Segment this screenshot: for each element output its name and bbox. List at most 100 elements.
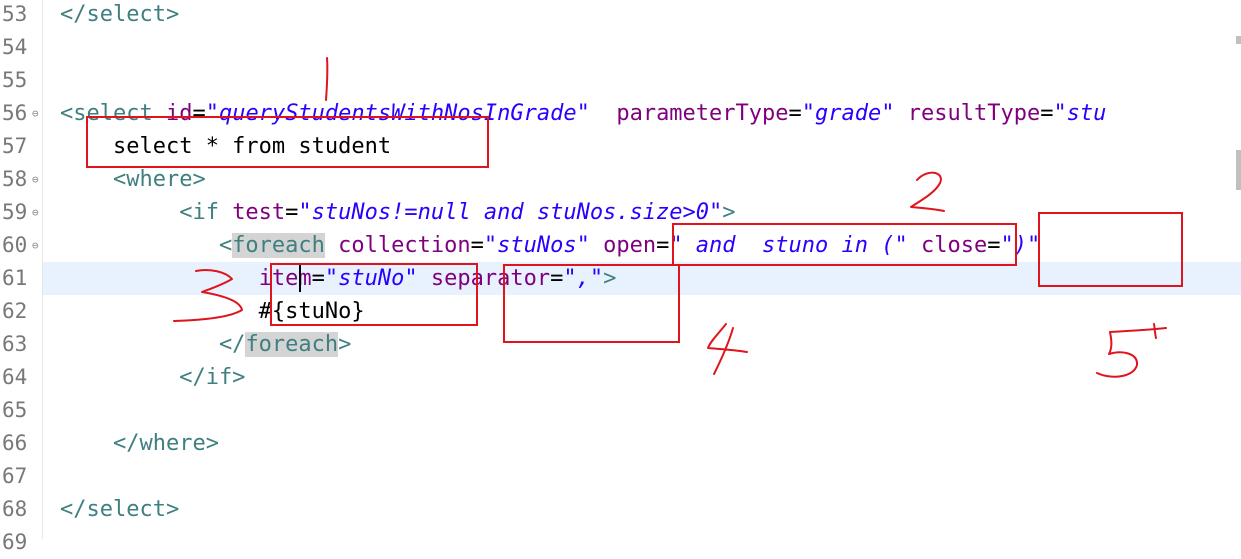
text-cursor bbox=[299, 265, 301, 292]
code-token: </select> bbox=[60, 2, 180, 27]
code-text: select * from student bbox=[60, 130, 391, 163]
code-token: </if> bbox=[60, 365, 246, 390]
code-line[interactable]: 58 ⊖ <where> bbox=[0, 163, 1241, 196]
code-token: = bbox=[987, 233, 1001, 258]
code-token: separator bbox=[430, 266, 551, 291]
code-token: = bbox=[192, 101, 206, 126]
code-token: = bbox=[788, 101, 802, 126]
code-text: <if test="stuNos!=null and stuNos.size>0… bbox=[60, 196, 736, 229]
code-token: parameterType bbox=[616, 101, 789, 126]
line-number: 67 bbox=[2, 464, 28, 488]
line-number: 68 bbox=[2, 497, 28, 521]
line-number: 58 bbox=[2, 167, 28, 191]
code-text: <foreach collection="stuNos" open=" and … bbox=[60, 229, 1040, 262]
line-number: 57 bbox=[2, 134, 28, 158]
code-token: close bbox=[920, 233, 988, 258]
code-token: > bbox=[338, 332, 352, 357]
line-number: 66 bbox=[2, 431, 28, 455]
line-number: 54 bbox=[2, 35, 28, 59]
code-text: item="stuNo" separator=","> bbox=[60, 262, 617, 295]
code-token: #{stuNo} bbox=[60, 299, 365, 324]
line-number: 61 bbox=[2, 266, 28, 290]
fold-toggle-icon[interactable]: ⊖ bbox=[32, 97, 39, 130]
code-token: id bbox=[165, 101, 193, 126]
code-token: ")" bbox=[1000, 233, 1041, 258]
code-token: </where> bbox=[60, 431, 219, 456]
code-line[interactable]: 64 </if> bbox=[0, 361, 1241, 394]
code-token: </ bbox=[60, 332, 246, 357]
code-token: "," bbox=[563, 266, 604, 291]
code-line[interactable]: 60 ⊖ <foreach collection="stuNos" open=" … bbox=[0, 229, 1241, 262]
code-line[interactable]: 62 #{stuNo} bbox=[0, 295, 1241, 328]
code-token: open bbox=[603, 233, 657, 258]
code-token: foreach bbox=[232, 233, 325, 258]
code-token: "queryStudentsWithNosInGrade" bbox=[205, 101, 590, 126]
code-token: collection bbox=[338, 233, 471, 258]
code-text: <select id="queryStudentsWithNosInGrade"… bbox=[60, 97, 1106, 130]
code-line[interactable]: 67 bbox=[0, 460, 1241, 493]
code-token: > bbox=[603, 266, 617, 291]
fold-toggle-icon[interactable]: ⊖ bbox=[32, 229, 39, 262]
line-number: 65 bbox=[2, 398, 28, 422]
code-line[interactable]: 65 bbox=[0, 394, 1241, 427]
code-token: </select> bbox=[60, 497, 180, 522]
code-line[interactable]: 66 </where> bbox=[0, 427, 1241, 460]
code-line[interactable]: 55 bbox=[0, 64, 1241, 97]
line-number: 63 bbox=[2, 332, 28, 356]
code-token: select * from student bbox=[60, 134, 392, 159]
code-token: test bbox=[232, 200, 286, 225]
code-token: = bbox=[1040, 101, 1054, 126]
line-number: 64 bbox=[2, 365, 28, 389]
line-number: 53 bbox=[2, 2, 28, 26]
fold-toggle-icon[interactable]: ⊖ bbox=[32, 163, 39, 196]
code-token: = bbox=[550, 266, 564, 291]
code-token: < bbox=[60, 233, 233, 258]
code-line[interactable]: 61 item="stuNo" separator=","> bbox=[0, 262, 1241, 295]
code-line[interactable]: 59 ⊖ <if test="stuNos!=null and stuNos.si… bbox=[0, 196, 1241, 229]
code-token: <select bbox=[60, 101, 166, 126]
code-token: = bbox=[285, 200, 299, 225]
code-text: </foreach> bbox=[60, 328, 351, 361]
line-number: 62 bbox=[2, 299, 28, 323]
code-text: </select> bbox=[60, 0, 179, 31]
code-token: "stu bbox=[1053, 101, 1107, 126]
code-text: <where> bbox=[60, 163, 206, 196]
scrollbar-marker[interactable] bbox=[1236, 36, 1241, 44]
line-number: 69 bbox=[2, 530, 28, 554]
code-text: </where> bbox=[60, 427, 219, 460]
code-token: = bbox=[311, 266, 325, 291]
code-token: "stuNos!=null and stuNos.size>0" bbox=[298, 200, 723, 225]
code-token: "stuNo" bbox=[324, 266, 418, 291]
line-number: 56 bbox=[2, 101, 28, 125]
code-text: </if> bbox=[60, 361, 245, 394]
code-token: " and stuno in (" bbox=[669, 233, 908, 258]
code-line[interactable]: 53 </select> bbox=[0, 0, 1241, 31]
code-line[interactable]: 56 ⊖ <select id="queryStudentsWithNosInGra… bbox=[0, 97, 1241, 130]
code-line[interactable]: 69 bbox=[0, 526, 1241, 559]
code-line[interactable]: 63 </foreach> bbox=[0, 328, 1241, 361]
code-token: <if bbox=[60, 200, 233, 225]
code-text: </select> bbox=[60, 493, 179, 526]
code-token: foreach bbox=[245, 332, 339, 357]
code-line[interactable]: 57 select * from student bbox=[0, 130, 1241, 163]
code-token: = bbox=[656, 233, 670, 258]
code-token: item bbox=[258, 266, 312, 291]
code-text: #{stuNo} bbox=[60, 295, 365, 328]
code-token: > bbox=[722, 200, 736, 225]
code-token: "grade" bbox=[801, 101, 895, 126]
code-line[interactable]: 68 </select> bbox=[0, 493, 1241, 526]
code-token: resultType bbox=[907, 101, 1041, 126]
line-number: 60 bbox=[2, 233, 28, 257]
code-token: = bbox=[470, 233, 484, 258]
line-number: 55 bbox=[2, 68, 28, 92]
code-token: <where> bbox=[60, 167, 206, 192]
code-line[interactable]: 54 bbox=[0, 31, 1241, 64]
line-number: 59 bbox=[2, 200, 28, 224]
scrollbar-marker[interactable] bbox=[1236, 150, 1241, 190]
fold-toggle-icon[interactable]: ⊖ bbox=[32, 196, 39, 229]
